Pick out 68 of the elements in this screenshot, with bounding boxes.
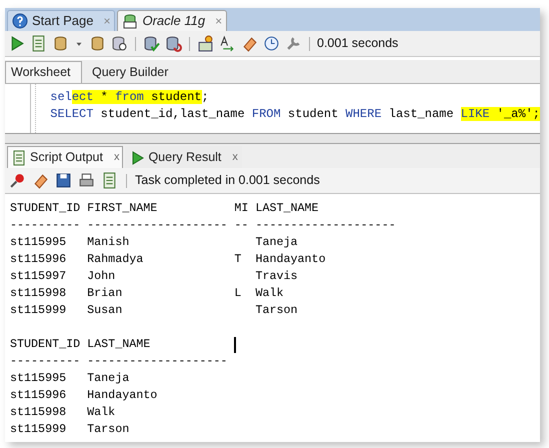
database-icon[interactable]	[122, 13, 138, 29]
column-rule: --	[234, 218, 248, 232]
eraser-icon[interactable]	[241, 35, 258, 52]
table-cell: Brian	[87, 286, 122, 300]
table-cell: L	[234, 286, 242, 300]
code-line: SELECT student_id,last_name FROM student WHERE last_name LIKE '_a%';	[50, 106, 540, 123]
table-cell: Walk	[87, 405, 116, 419]
table-cell: st115995	[10, 371, 66, 385]
column-header: FIRST_NAME	[87, 201, 158, 215]
close-button[interactable]: x	[114, 149, 120, 166]
table-cell: Walk	[255, 286, 284, 300]
table-cell: Tarson	[255, 303, 298, 317]
column-rule: --------------------	[255, 218, 396, 232]
column-header: LAST_NAME	[87, 337, 150, 351]
text-cursor	[234, 336, 236, 352]
database-icon[interactable]	[52, 35, 69, 52]
database-undo-icon[interactable]	[165, 35, 182, 52]
table-cell: st115998	[10, 405, 66, 419]
database-icon[interactable]	[89, 35, 106, 52]
worksheet-tab[interactable]: Worksheet	[5, 61, 82, 83]
document-tab[interactable]: Start Page ×	[7, 10, 116, 31]
clock-icon[interactable]	[263, 35, 280, 52]
table-cell: Rahmadya	[87, 252, 144, 266]
document-icon[interactable]	[101, 172, 118, 189]
table-cell: John	[87, 269, 116, 283]
document-tab[interactable]: Oracle 11g ×	[117, 10, 228, 31]
close-button[interactable]: x	[232, 149, 238, 166]
column-rule: --------------------	[87, 354, 228, 368]
table-cell: Handayanto	[255, 252, 326, 266]
save-icon[interactable]	[55, 172, 72, 189]
sql-gear-icon[interactable]	[197, 35, 214, 52]
help-icon[interactable]	[12, 13, 28, 29]
column-header: MI	[234, 201, 248, 215]
column-rule: ----------	[10, 218, 80, 232]
column-header: STUDENT_ID	[10, 337, 80, 351]
worksheet-tab[interactable]: Query Builder	[82, 61, 178, 83]
text-case-icon[interactable]	[219, 35, 236, 52]
column-rule: --------------------	[87, 218, 228, 232]
document-icon[interactable]	[11, 150, 27, 166]
output-tab[interactable]: Script Output x	[7, 146, 124, 168]
table-cell: Taneja	[255, 235, 298, 249]
column-header: STUDENT_ID	[10, 201, 80, 215]
database-search-icon[interactable]	[111, 35, 128, 52]
table-cell: st115996	[10, 388, 66, 402]
database-check-icon[interactable]	[143, 35, 160, 52]
document-icon[interactable]	[30, 35, 47, 52]
table-cell: Manish	[87, 235, 130, 249]
table-cell: st115995	[10, 235, 66, 249]
table-cell: Tarson	[87, 422, 130, 436]
table-cell: st115997	[10, 269, 66, 283]
pin-icon[interactable]	[9, 172, 26, 189]
table-cell: T	[234, 252, 242, 266]
code-line: select * from student;	[50, 89, 210, 106]
wrench-icon[interactable]	[285, 35, 302, 52]
printer-icon[interactable]	[78, 172, 95, 189]
execution-time: 0.001 seconds	[317, 35, 398, 52]
status-message: Task completed in 0.001 seconds	[135, 172, 320, 190]
table-cell: Handayanto	[87, 388, 158, 402]
column-rule: ----------	[10, 354, 80, 368]
column-header: LAST_NAME	[255, 201, 319, 215]
table-cell: st115999	[10, 422, 66, 436]
table-cell: st115996	[10, 252, 66, 266]
eraser-icon[interactable]	[32, 172, 49, 189]
table-cell: st115998	[10, 286, 66, 300]
table-cell: Taneja	[87, 371, 130, 385]
table-cell: Travis	[255, 269, 298, 283]
table-cell: Susan	[87, 303, 122, 317]
table-cell: st115999	[10, 303, 66, 317]
